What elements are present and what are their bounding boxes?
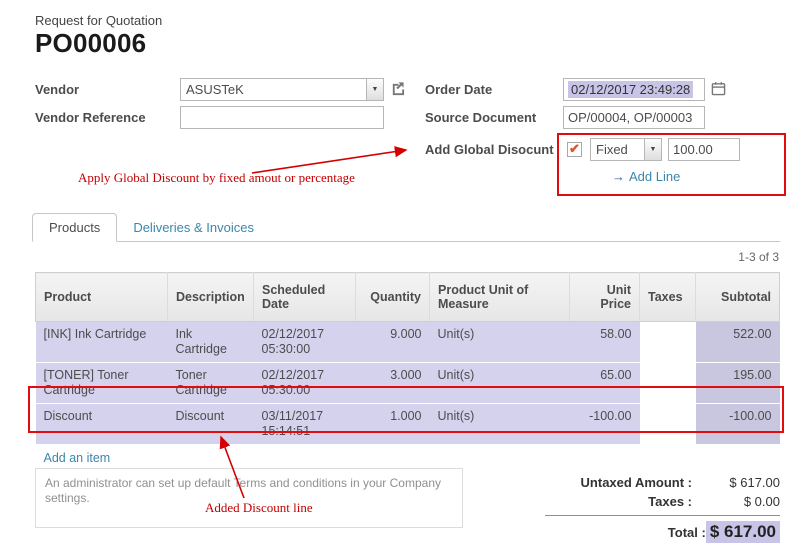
discount-line-annotation: Added Discount line: [205, 500, 313, 516]
column-header-unit-price[interactable]: Unit Price: [570, 273, 640, 322]
calendar-icon[interactable]: [711, 81, 727, 97]
cell-uom[interactable]: Unit(s): [430, 363, 570, 404]
cell-subtotal[interactable]: -100.00: [696, 404, 780, 445]
cell-description[interactable]: Toner Cartridge: [168, 363, 254, 404]
cell-uom[interactable]: Unit(s): [430, 404, 570, 445]
cell-taxes[interactable]: [640, 363, 696, 404]
cell-unit-price[interactable]: -100.00: [570, 404, 640, 445]
global-discount-annotation: Apply Global Discount by fixed amout or …: [78, 170, 355, 186]
global-discount-label: Add Global Disocunt: [425, 138, 554, 161]
column-header-scheduled-date[interactable]: Scheduled Date: [254, 273, 356, 322]
vendor-dropdown-arrow-icon[interactable]: ▼: [366, 79, 383, 100]
add-line-label: Add Line: [629, 169, 680, 184]
cell-taxes[interactable]: [640, 404, 696, 445]
total-row: Total : $ 617.00: [545, 519, 780, 545]
source-document-input[interactable]: OP/00004, OP/00003: [563, 106, 705, 129]
source-document-label: Source Document: [425, 106, 536, 129]
vendor-external-link-icon[interactable]: [390, 81, 406, 97]
discount-amount-input[interactable]: 100.00: [668, 138, 740, 161]
cell-product[interactable]: [TONER] Toner Cartridge: [36, 363, 168, 404]
total-value: $ 617.00: [706, 521, 780, 543]
cell-scheduled-date[interactable]: 02/12/2017 05:30:00: [254, 322, 356, 363]
cell-product[interactable]: Discount: [36, 404, 168, 445]
vendor-select[interactable]: ASUSTeK ▼: [180, 78, 384, 101]
add-line-arrow-icon: →: [612, 169, 625, 184]
column-header-product[interactable]: Product: [36, 273, 168, 322]
cell-quantity[interactable]: 3.000: [356, 363, 430, 404]
global-discount-checkbox[interactable]: ✔: [567, 142, 582, 157]
vendor-reference-label: Vendor Reference: [35, 106, 146, 129]
column-header-taxes[interactable]: Taxes: [640, 273, 696, 322]
discount-type-value: Fixed: [591, 139, 644, 160]
cell-description[interactable]: Discount: [168, 404, 254, 445]
order-lines-table: Product Description Scheduled Date Quant…: [35, 272, 780, 471]
add-an-item-link[interactable]: Add an item: [44, 451, 111, 465]
table-row-discount[interactable]: Discount Discount 03/11/2017 15:14:51 1.…: [36, 404, 780, 445]
page-title: PO00006: [35, 28, 146, 59]
tab-products[interactable]: Products: [32, 213, 117, 242]
notebook-tabs: Products Deliveries & Invoices: [32, 212, 780, 242]
column-header-quantity[interactable]: Quantity: [356, 273, 430, 322]
untaxed-amount-label: Untaxed Amount :: [545, 475, 692, 490]
table-row-toner-cartridge[interactable]: [TONER] Toner Cartridge Toner Cartridge …: [36, 363, 780, 404]
cell-subtotal[interactable]: 195.00: [696, 363, 780, 404]
vendor-label: Vendor: [35, 78, 79, 101]
cell-unit-price[interactable]: 65.00: [570, 363, 640, 404]
vendor-value: ASUSTeK: [181, 79, 366, 100]
cell-uom[interactable]: Unit(s): [430, 322, 570, 363]
order-date-input[interactable]: 02/12/2017 23:49:28: [563, 78, 705, 101]
add-line-link[interactable]: → Add Line: [612, 169, 680, 184]
cell-quantity[interactable]: 9.000: [356, 322, 430, 363]
vendor-reference-input[interactable]: [180, 106, 384, 129]
form-type-label: Request for Quotation: [35, 13, 162, 28]
totals-summary: Untaxed Amount : $ 617.00 Taxes : $ 0.00…: [545, 473, 780, 545]
terms-notes-area[interactable]: An administrator can set up default Term…: [35, 468, 463, 528]
column-header-description[interactable]: Description: [168, 273, 254, 322]
cell-scheduled-date[interactable]: 03/11/2017 15:14:51: [254, 404, 356, 445]
cell-unit-price[interactable]: 58.00: [570, 322, 640, 363]
total-label: Total :: [545, 525, 706, 540]
cell-description[interactable]: Ink Cartridge: [168, 322, 254, 363]
cell-subtotal[interactable]: 522.00: [696, 322, 780, 363]
cell-product[interactable]: [INK] Ink Cartridge: [36, 322, 168, 363]
order-date-value: 02/12/2017 23:49:28: [568, 81, 693, 98]
pager: 1-3 of 3: [738, 250, 779, 264]
table-header-row: Product Description Scheduled Date Quant…: [36, 273, 780, 322]
order-date-label: Order Date: [425, 78, 492, 101]
discount-type-select[interactable]: Fixed ▼: [590, 138, 662, 161]
untaxed-amount-value: $ 617.00: [692, 475, 780, 490]
taxes-label: Taxes :: [545, 494, 692, 509]
totals-divider: [545, 515, 780, 516]
check-icon: ✔: [569, 142, 580, 155]
untaxed-amount-row: Untaxed Amount : $ 617.00: [545, 473, 780, 492]
column-header-uom[interactable]: Product Unit of Measure: [430, 273, 570, 322]
tab-deliveries-invoices[interactable]: Deliveries & Invoices: [117, 214, 270, 241]
taxes-value: $ 0.00: [692, 494, 780, 509]
table-row-ink-cartridge[interactable]: [INK] Ink Cartridge Ink Cartridge 02/12/…: [36, 322, 780, 363]
rfq-form-page: Request for Quotation PO00006 Vendor ASU…: [0, 0, 810, 546]
cell-scheduled-date[interactable]: 02/12/2017 05:30:00: [254, 363, 356, 404]
cell-quantity[interactable]: 1.000: [356, 404, 430, 445]
taxes-row: Taxes : $ 0.00: [545, 492, 780, 511]
column-header-subtotal[interactable]: Subtotal: [696, 273, 780, 322]
discount-type-dropdown-arrow-icon[interactable]: ▼: [644, 139, 661, 160]
cell-taxes[interactable]: [640, 322, 696, 363]
